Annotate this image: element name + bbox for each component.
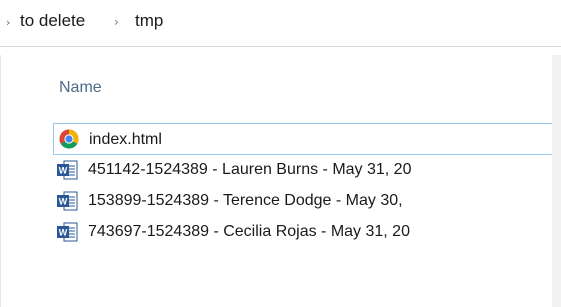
file-name: 451142-1524389 - Lauren Burns - May 31, … <box>88 161 412 178</box>
chrome-icon <box>59 129 79 149</box>
breadcrumb-overflow-chevron-icon[interactable]: › <box>6 16 10 29</box>
breadcrumb-item-tmp[interactable]: tmp <box>135 11 163 31</box>
file-name: 153899-1524389 - Terence Dodge - May 30, <box>88 192 403 209</box>
address-bar[interactable]: › to delete › tmp <box>0 0 561 47</box>
file-list: index.html W 451142-1524389 - Lauren Bur… <box>53 123 561 248</box>
svg-text:W: W <box>59 197 68 207</box>
pane-divider <box>0 55 1 307</box>
svg-text:W: W <box>59 228 68 238</box>
file-row-index-html[interactable]: index.html <box>53 123 561 155</box>
file-name: index.html <box>89 131 162 148</box>
file-row-doc-451142[interactable]: W 451142-1524389 - Lauren Burns - May 31… <box>53 155 561 186</box>
file-row-doc-743697[interactable]: W 743697-1524389 - Cecilia Rojas - May 3… <box>53 217 561 248</box>
breadcrumb-item-to-delete[interactable]: to delete <box>20 11 85 31</box>
svg-text:W: W <box>59 166 68 176</box>
file-row-doc-153899[interactable]: W 153899-1524389 - Terence Dodge - May 3… <box>53 186 561 217</box>
column-header-name[interactable]: Name <box>59 79 102 97</box>
vertical-scrollbar[interactable] <box>552 55 561 307</box>
word-doc-icon: W <box>56 160 78 180</box>
word-doc-icon: W <box>56 222 78 242</box>
breadcrumb-separator-chevron-icon[interactable]: › <box>114 15 119 29</box>
file-name: 743697-1524389 - Cecilia Rojas - May 31,… <box>88 223 410 240</box>
word-doc-icon: W <box>56 191 78 211</box>
